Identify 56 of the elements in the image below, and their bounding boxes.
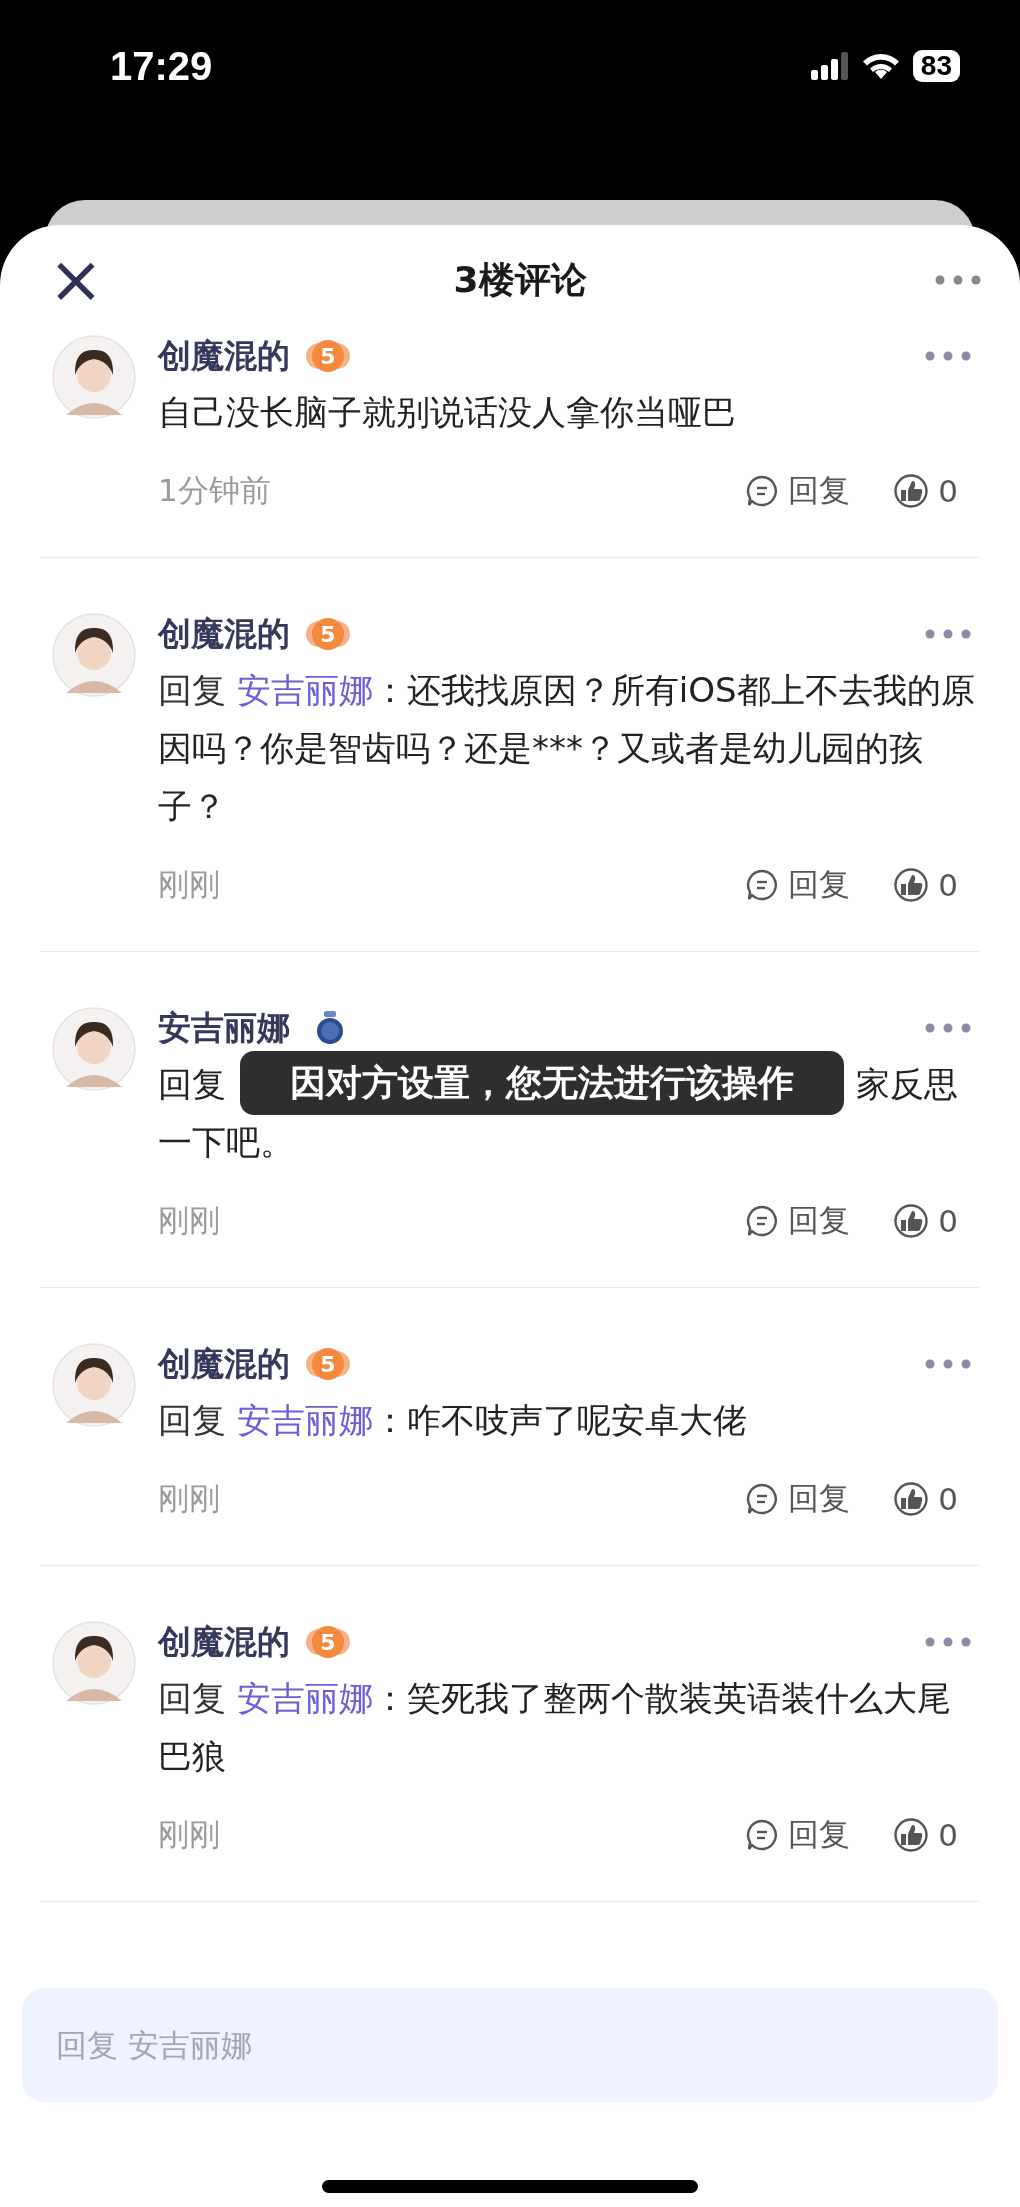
thumbs-up-icon	[894, 474, 929, 508]
sheet-title: 3楼评论	[453, 257, 587, 302]
more-icon[interactable]	[934, 274, 982, 286]
thumbs-up-icon	[894, 868, 929, 902]
thumbs-up-icon	[894, 1204, 929, 1238]
comment-text: 回复 安吉丽娜：咋不吱声了呢安卓大佬	[158, 1399, 748, 1442]
reply-button[interactable]: 回复	[746, 470, 851, 512]
avatar[interactable]	[52, 1007, 136, 1091]
comment-text: 回复 安吉丽娜：笑死我了整两个散装英语装什么大尾巴狼	[158, 1677, 952, 1778]
reply-button[interactable]: 回复	[746, 864, 851, 906]
comment-time: 刚刚	[158, 865, 221, 904]
like-button[interactable]: 0	[894, 473, 958, 509]
more-icon[interactable]	[924, 350, 972, 362]
like-button[interactable]: 0	[894, 867, 958, 903]
more-icon[interactable]	[924, 628, 972, 640]
avatar[interactable]	[52, 335, 136, 419]
more-icon[interactable]	[924, 1022, 972, 1034]
comment-text: 一下吧。	[158, 1121, 294, 1164]
author-name[interactable]: 创魔混的	[158, 335, 290, 379]
avatar[interactable]	[52, 1621, 136, 1705]
more-icon[interactable]	[924, 1636, 972, 1648]
close-button[interactable]: ×	[46, 250, 106, 310]
comment-text: 回复 安吉丽娜：还我找原因？所有iOS都上不去我的原因吗？你是智齿吗？还是***？又或者是幼儿园的孩子？	[158, 669, 976, 828]
comment-text: 自己没长脑子就别说话没人拿你当哑巴	[158, 391, 737, 434]
reply-button[interactable]: 回复	[746, 1814, 851, 1856]
thumbs-up-icon	[894, 1818, 929, 1852]
avatar[interactable]	[52, 1343, 136, 1427]
like-button[interactable]: 0	[894, 1481, 958, 1517]
comment-icon	[746, 869, 779, 901]
comment-icon	[746, 475, 779, 507]
comment-time: 刚刚	[158, 1815, 221, 1854]
signal-icon	[810, 52, 849, 80]
thumbs-up-icon	[894, 1482, 929, 1516]
more-icon[interactable]	[924, 1358, 972, 1370]
toast-message: 因对方设置，您无法进行该操作	[240, 1051, 844, 1115]
comment-icon	[746, 1205, 779, 1237]
reply-button[interactable]: 回复	[746, 1200, 851, 1242]
like-button[interactable]: 0	[894, 1817, 958, 1853]
like-button[interactable]: 0	[894, 1203, 958, 1239]
author-name[interactable]: 创魔混的	[158, 611, 290, 657]
comment-time: 刚刚	[158, 1201, 221, 1240]
author-name[interactable]: 安吉丽娜	[158, 1005, 290, 1051]
author-name[interactable]: 创魔混的	[158, 1341, 290, 1387]
comment-icon	[746, 1819, 779, 1851]
status-time: 17:29	[110, 44, 213, 89]
avatar[interactable]	[52, 613, 136, 697]
comment-icon	[746, 1483, 779, 1515]
battery-level: 83	[912, 50, 960, 82]
comment-time: 刚刚	[158, 1479, 221, 1518]
reply-button[interactable]: 回复	[746, 1478, 851, 1520]
author-name[interactable]: 创魔混的	[158, 1619, 290, 1665]
comment-text: 家反思	[856, 1063, 958, 1106]
comment-time: 1分钟前	[158, 471, 272, 510]
reply-field[interactable]: 回复 安吉丽娜	[22, 1988, 998, 2102]
comment-text: 回复	[158, 1063, 226, 1106]
wifi-icon	[862, 52, 899, 80]
